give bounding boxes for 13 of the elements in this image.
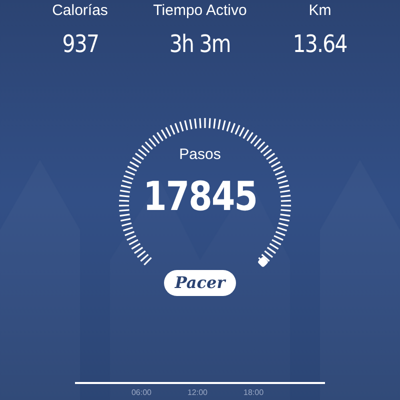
stat-label: Tiempo Activo — [153, 1, 247, 21]
time-tick-label: 06:00 — [131, 387, 152, 399]
gauge-marker — [257, 256, 269, 268]
stat-value: 13.64 — [292, 29, 348, 59]
stat-label: Calorías — [52, 1, 108, 21]
steps-count: 17845 — [142, 173, 258, 221]
stat-label: Km — [308, 1, 332, 21]
stat-value: 3h 3m — [170, 29, 230, 59]
time-tick-label: 12:00 — [187, 387, 208, 399]
pacer-logo: Pacer — [164, 270, 236, 296]
time-tick-label: 18:00 — [244, 387, 264, 399]
steps-label: Pasos — [179, 145, 221, 165]
stat-value: 937 — [62, 29, 98, 59]
